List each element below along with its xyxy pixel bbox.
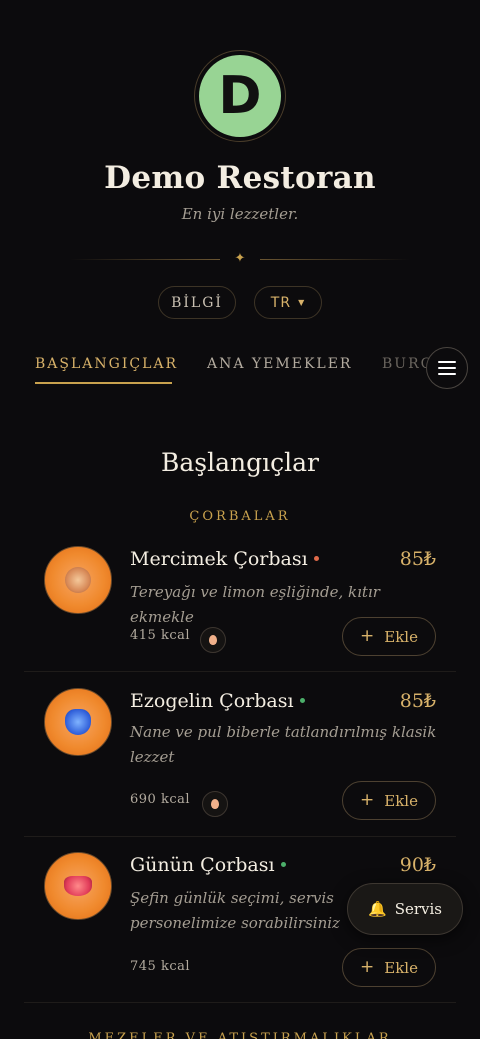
item-name-text: Ezogelin Çorbası	[130, 690, 294, 712]
add-button[interactable]: + Ekle	[342, 948, 436, 987]
item-calories: 745 kcal	[130, 959, 191, 974]
logo-letter: D	[199, 55, 281, 137]
divider-line-right	[260, 259, 410, 260]
soup-bowl-icon	[64, 876, 92, 896]
section-title: Başlangıçlar	[161, 448, 319, 477]
item-image[interactable]	[44, 688, 112, 756]
soup-bowl-icon	[65, 567, 91, 593]
service-button-label: Servis	[394, 900, 442, 918]
add-button[interactable]: + Ekle	[342, 617, 436, 656]
allergen-badge[interactable]	[202, 791, 228, 817]
item-name: Günün Çorbası	[130, 854, 286, 876]
item-name-text: Mercimek Çorbası	[130, 548, 308, 570]
item-calories: 415 kcal	[130, 628, 191, 643]
divider-line-left	[70, 259, 220, 260]
active-tab-indicator	[35, 382, 172, 384]
status-dot	[299, 697, 305, 703]
menu-item: Mercimek Çorbası 85₺ Tereyağı ve limon e…	[24, 540, 456, 670]
category-label-mezeler: MEZELER VE ATIŞTIRMALIKLAR	[88, 1031, 392, 1039]
info-button-label: BİLGİ	[171, 294, 223, 311]
egg-icon	[211, 799, 219, 809]
item-image[interactable]	[44, 852, 112, 920]
add-button-label: Ekle	[384, 958, 418, 977]
allergen-badge[interactable]	[200, 627, 226, 653]
tab-ana-yemekler[interactable]: ANA YEMEKLER	[207, 356, 352, 372]
item-price: 85₺	[399, 548, 436, 570]
item-name-text: Günün Çorbası	[130, 854, 275, 876]
restaurant-name: Demo Restoran	[104, 160, 376, 196]
item-divider	[24, 1002, 456, 1003]
divider-star-icon: ✦	[234, 251, 246, 266]
status-dot	[313, 555, 319, 561]
menu-button[interactable]	[426, 347, 468, 389]
menu-page: D Demo Restoran En iyi lezzetler. ✦ BİLG…	[0, 0, 480, 1039]
bell-icon: 🔔	[368, 900, 387, 918]
language-select[interactable]: TR ▼	[254, 286, 322, 319]
category-label-corbalar: ÇORBALAR	[189, 509, 291, 524]
service-button[interactable]: 🔔 Servis	[347, 883, 463, 935]
restaurant-tagline: En iyi lezzetler.	[181, 205, 299, 223]
item-description: Nane ve pul biberle tatlandırılmış klasi…	[130, 723, 437, 766]
menu-item: Ezogelin Çorbası 85₺ Nane ve pul biberle…	[24, 682, 456, 834]
item-price: 90₺	[399, 854, 436, 876]
plus-icon: +	[360, 957, 375, 977]
egg-icon	[209, 635, 217, 645]
status-dot	[280, 861, 286, 867]
tab-baslangiclar[interactable]: BAŞLANGIÇLAR	[35, 356, 178, 372]
add-button-label: Ekle	[384, 791, 418, 810]
add-button[interactable]: + Ekle	[342, 781, 436, 820]
item-calories: 690 kcal	[130, 792, 191, 807]
item-price: 85₺	[399, 690, 436, 712]
item-divider	[24, 836, 456, 837]
item-name: Mercimek Çorbası	[130, 548, 319, 570]
plus-icon: +	[360, 626, 375, 646]
item-image[interactable]	[44, 546, 112, 614]
item-name: Ezogelin Çorbası	[130, 690, 305, 712]
language-label: TR	[270, 294, 292, 311]
item-divider	[24, 671, 456, 672]
plus-icon: +	[360, 790, 375, 810]
add-button-label: Ekle	[384, 627, 418, 646]
info-button[interactable]: BİLGİ	[158, 286, 236, 319]
restaurant-logo: D	[194, 50, 286, 142]
caret-down-icon: ▼	[298, 298, 306, 307]
soup-bowl-icon	[65, 709, 91, 735]
hamburger-icon	[438, 361, 456, 375]
